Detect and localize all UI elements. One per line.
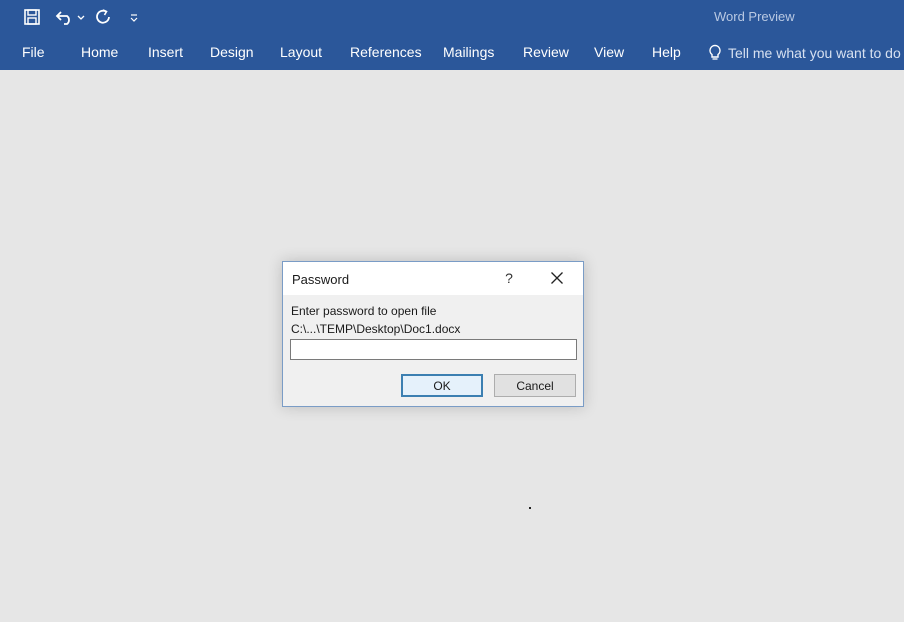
app-title: Word Preview [714, 9, 795, 24]
dialog-titlebar: Password ? [283, 262, 583, 295]
undo-dropdown-icon[interactable] [76, 6, 86, 28]
file-path: C:\...\TEMP\Desktop\Doc1.docx [291, 322, 461, 336]
password-dialog: Password ? Enter password to open file C… [282, 261, 584, 407]
tab-insert[interactable]: Insert [148, 44, 183, 60]
lightbulb-icon [708, 44, 722, 62]
password-input[interactable] [290, 339, 577, 360]
tell-me-label: Tell me what you want to do [728, 45, 901, 61]
tell-me-search[interactable]: Tell me what you want to do [708, 42, 901, 64]
customize-icon[interactable] [128, 6, 140, 28]
tab-layout[interactable]: Layout [280, 44, 322, 60]
tab-help[interactable]: Help [652, 44, 681, 60]
tab-design[interactable]: Design [210, 44, 254, 60]
tab-review[interactable]: Review [523, 44, 569, 60]
dialog-title: Password [292, 272, 350, 287]
tab-file[interactable]: File [22, 44, 45, 60]
cancel-button[interactable]: Cancel [494, 374, 576, 397]
ribbon-tabs: File Home Insert Design Layout Reference… [0, 40, 904, 66]
ok-button[interactable]: OK [401, 374, 483, 397]
mouse-cursor [529, 507, 531, 509]
tab-home[interactable]: Home [81, 44, 118, 60]
dialog-prompt: Enter password to open file [291, 304, 437, 318]
tab-references[interactable]: References [350, 44, 422, 60]
close-icon[interactable] [549, 270, 565, 286]
help-button[interactable]: ? [502, 268, 516, 288]
tab-mailings[interactable]: Mailings [443, 44, 494, 60]
tab-view[interactable]: View [594, 44, 624, 60]
undo-icon[interactable] [54, 6, 76, 28]
redo-icon[interactable] [93, 6, 113, 28]
quick-access-toolbar [0, 0, 200, 34]
ribbon: Word Preview File Home Insert Design Lay… [0, 0, 904, 70]
save-icon[interactable] [22, 6, 42, 28]
